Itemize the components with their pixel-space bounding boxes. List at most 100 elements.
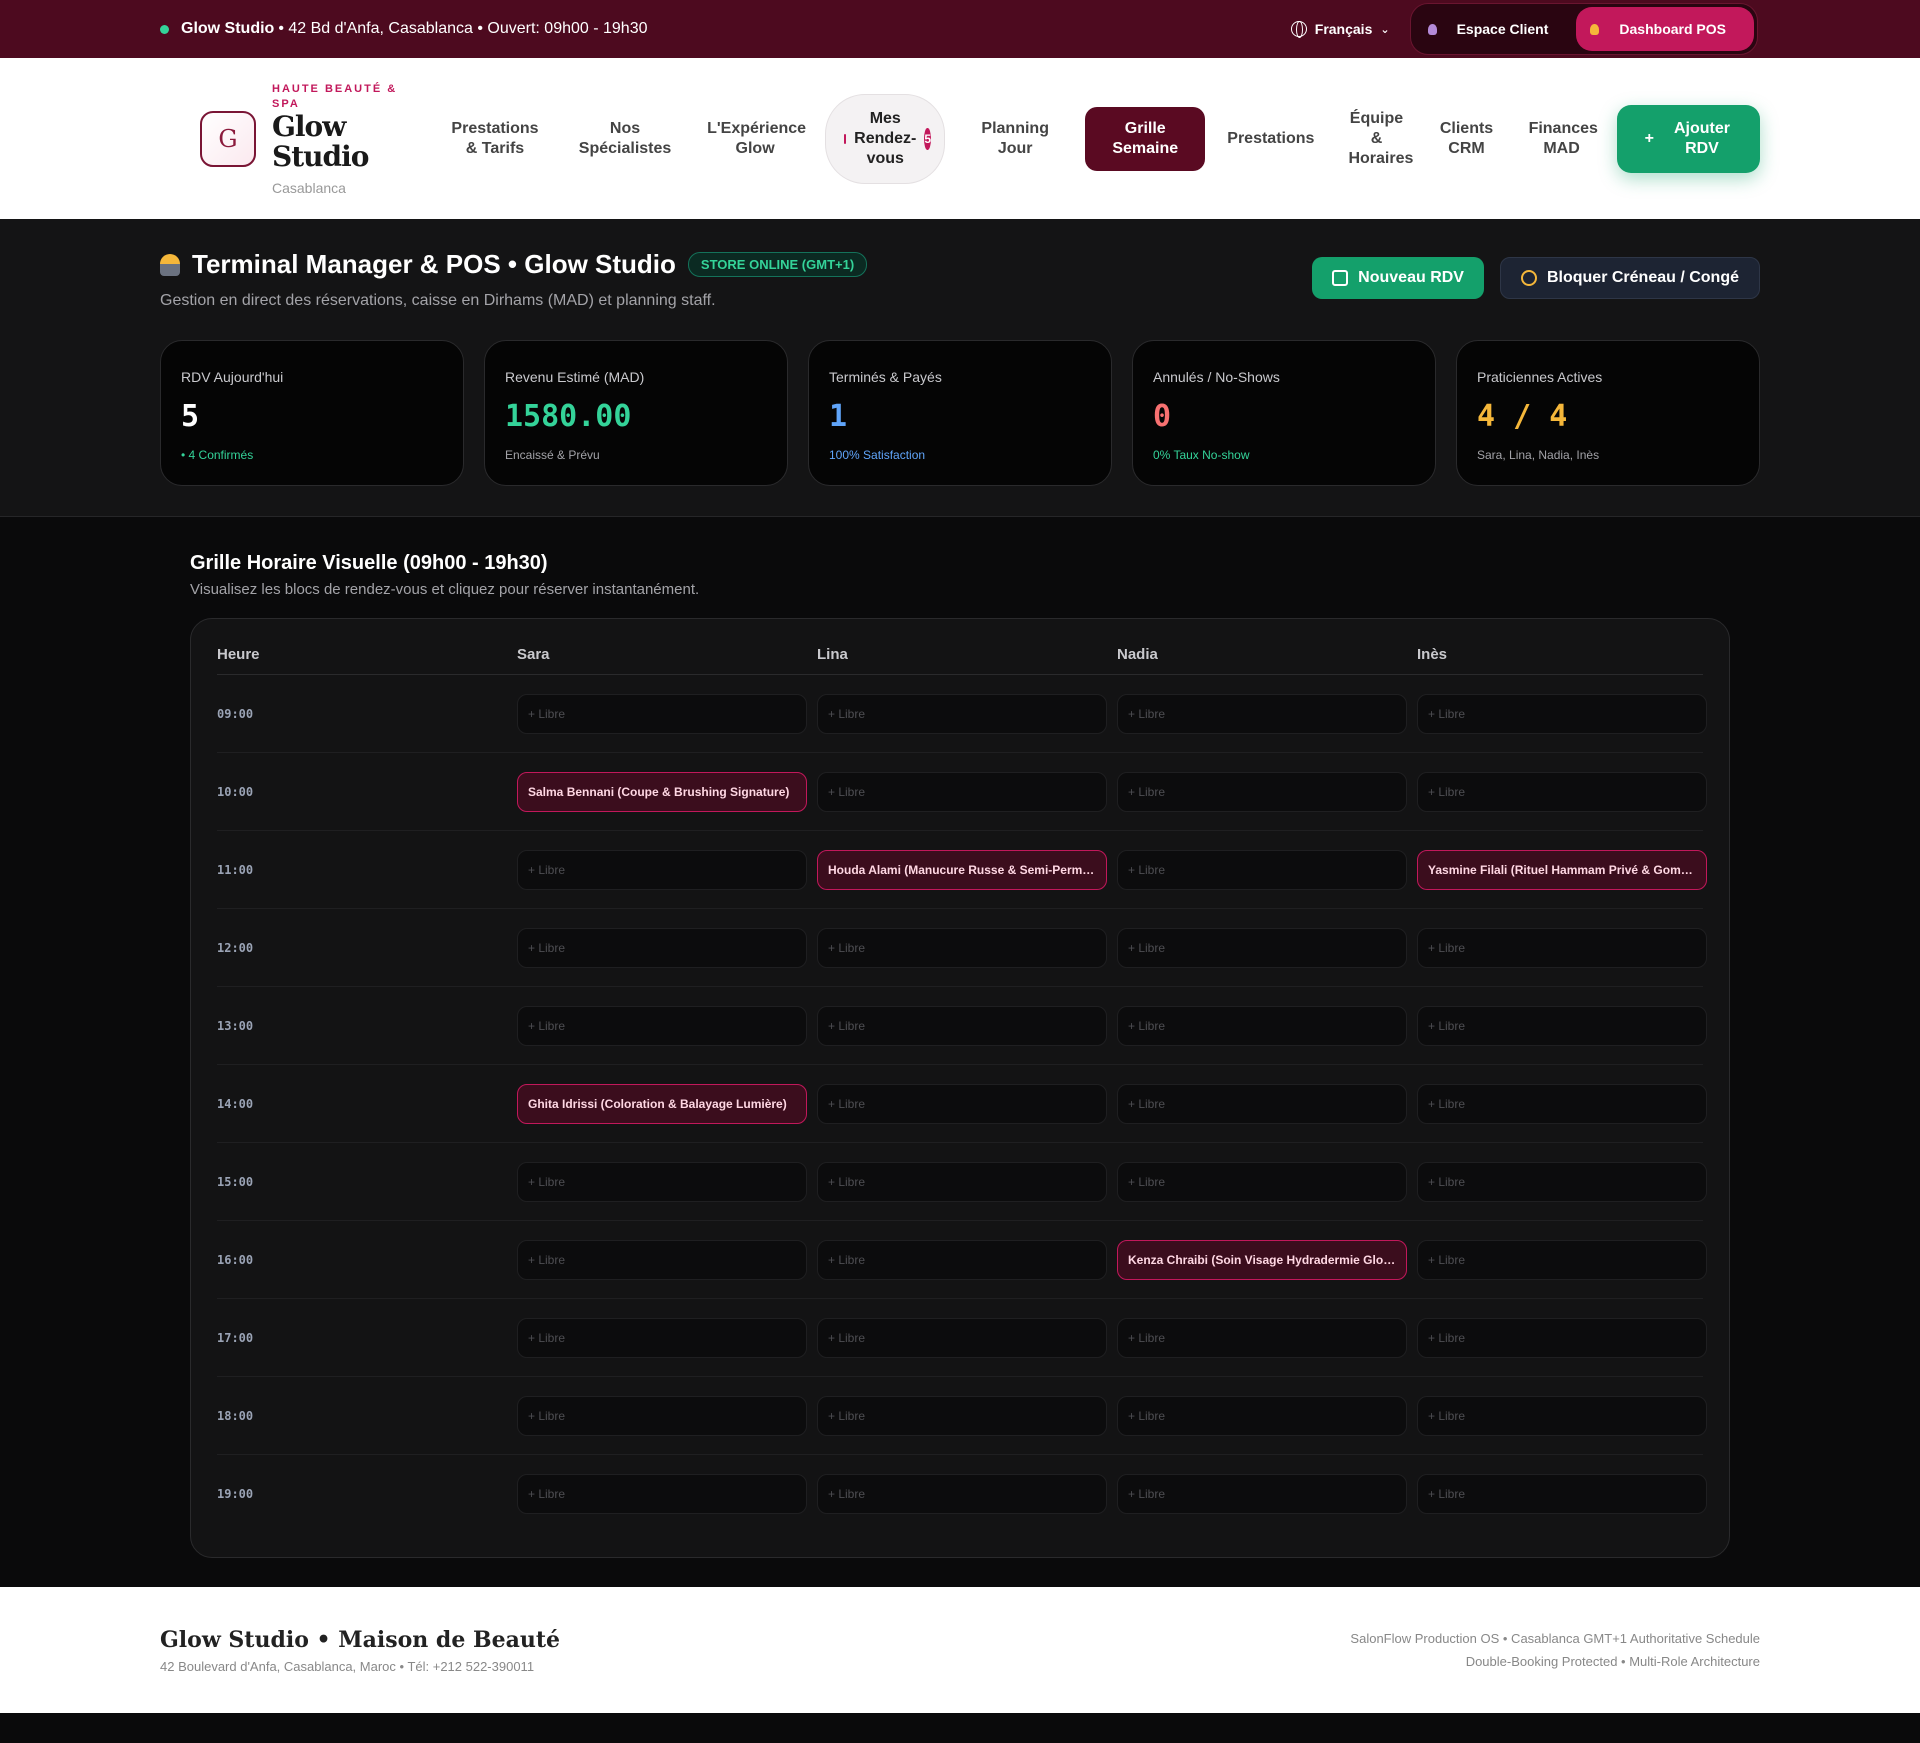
free-slot-label: + Libre [828,1487,866,1501]
free-slot[interactable]: + Libre [517,693,807,734]
booked-appointment[interactable]: Yasmine Filali (Rituel Hammam Privé & Go… [1417,849,1707,890]
free-slot[interactable]: + Libre [1117,1005,1407,1046]
block-slot-label: Bloquer Créneau / Congé [1546,269,1739,286]
booked-appointment[interactable]: Ghita Idrissi (Coloration & Balayage Lum… [517,1083,807,1124]
free-slot-label: + Libre [1128,1487,1166,1501]
free-slot[interactable]: + Libre [1117,1474,1407,1514]
free-slot-label: + Libre [828,706,866,721]
free-slot[interactable]: + Libre [1417,927,1707,968]
brand-tagline: HAUTE BEAUTÉ & SPA [272,82,398,110]
user-icon [1427,23,1437,35]
free-slot[interactable]: + Libre [1417,1005,1707,1046]
free-slot[interactable]: + Libre [1117,849,1407,890]
free-slot[interactable]: + Libre [1417,1239,1707,1280]
free-slot[interactable]: + Libre [1417,1161,1707,1202]
free-slot-label: + Libre [1428,1487,1466,1501]
stat-value: 1580.00 [505,399,632,434]
free-slot-label: + Libre [1128,1096,1166,1111]
free-slot[interactable]: + Libre [517,1005,807,1046]
stat-value: 4 / 4 [1477,399,1568,434]
free-slot[interactable]: + Libre [517,1239,807,1280]
client-space-button[interactable]: Espace Client [1414,7,1577,51]
nav-equipe-horaires[interactable]: Équipe & Horaires [1336,103,1416,175]
stat-card-rdv: RDV Aujourd'hui 5 • 4 Confirmés [160,340,464,486]
stat-label: Praticiennes Actives [1477,369,1603,385]
free-slot[interactable]: + Libre [517,849,807,890]
free-slot[interactable]: + Libre [517,927,807,968]
nav-grille-semaine[interactable]: Grille Semaine [1085,106,1206,171]
free-slot[interactable]: + Libre [1417,771,1707,812]
free-slot[interactable]: + Libre [817,1395,1107,1436]
free-slot-label: + Libre [1128,862,1166,877]
nav-clients-crm[interactable]: Clients CRM [1427,113,1507,165]
free-slot[interactable]: + Libre [817,927,1107,968]
stat-value: 5 [181,399,200,434]
nav-rdv-label: Mes Rendez-vous [854,109,917,167]
add-rdv-button[interactable]: + Ajouter RDV [1616,104,1760,173]
main-header: G HAUTE BEAUTÉ & SPA Glow Studio Casabla… [0,58,1920,219]
block-slot-button[interactable]: Bloquer Créneau / Congé [1499,257,1760,299]
free-slot[interactable]: + Libre [817,1005,1107,1046]
plus-icon: + [1644,129,1654,147]
booked-appointment[interactable]: Kenza Chraibi (Soin Visage Hydradermie G… [1117,1239,1407,1280]
stat-card-practitioners: Praticiennes Actives 4 / 4 Sara, Lina, N… [1456,340,1760,486]
nav-experience[interactable]: L'Expérience Glow [695,113,815,165]
booked-appointment[interactable]: Houda Alami (Manucure Russe & Semi-Perma… [817,849,1107,890]
free-slot[interactable]: + Libre [517,1317,807,1358]
free-slot[interactable]: + Libre [517,1474,807,1514]
column-header-staff: Sara [517,646,550,663]
footer: Glow Studio • Maison de Beauté 42 Boulev… [0,1587,1920,1713]
free-slot[interactable]: + Libre [517,1161,807,1202]
nav-finances-mad[interactable]: Finances MAD [1517,113,1607,165]
nav-specialistes[interactable]: Nos Spécialistes [565,113,685,165]
free-slot[interactable]: + Libre [1117,1083,1407,1124]
free-slot[interactable]: + Libre [1117,771,1407,812]
stat-sub: 0% Taux No-show [1153,448,1250,462]
brand-name-line2: Studio [272,139,369,173]
free-slot[interactable]: + Libre [1417,1317,1707,1358]
new-rdv-button[interactable]: Nouveau RDV [1312,257,1484,299]
free-slot[interactable]: + Libre [817,1474,1107,1514]
time-label: 16:00 [217,1252,254,1267]
free-slot[interactable]: + Libre [1117,693,1407,734]
brand-logo[interactable]: G HAUTE BEAUTÉ & SPA Glow Studio Casabla… [200,82,415,196]
column-header-time: Heure [217,646,260,663]
nav-planning-jour[interactable]: Planning Jour [955,113,1075,165]
stat-label: Terminés & Payés [829,369,942,385]
language-selector[interactable]: Français ⌄ [1290,21,1390,38]
booked-appointment[interactable]: Salma Bennani (Coupe & Brushing Signatur… [517,771,807,812]
free-slot[interactable]: + Libre [817,1083,1107,1124]
free-slot-label: + Libre [528,1252,566,1267]
dashboard-pos-button[interactable]: Dashboard POS [1576,7,1754,51]
free-slot[interactable]: + Libre [817,1161,1107,1202]
free-slot[interactable]: + Libre [517,1395,807,1436]
free-slot[interactable]: + Libre [817,693,1107,734]
free-slot-label: + Libre [1128,1330,1166,1345]
appointment-label: Yasmine Filali (Rituel Hammam Privé & Go… [1428,862,1696,877]
free-slot-label: + Libre [828,1330,866,1345]
free-slot[interactable]: + Libre [817,771,1107,812]
schedule-section: Grille Horaire Visuelle (09h00 - 19h30) … [0,517,1920,1587]
free-slot[interactable]: + Libre [1117,1395,1407,1436]
time-label: 10:00 [217,784,254,799]
free-slot[interactable]: + Libre [1417,1083,1707,1124]
free-slot[interactable]: + Libre [1117,927,1407,968]
calendar-icon [844,133,847,144]
nav-prestations[interactable]: Prestations [1215,123,1326,155]
time-label: 13:00 [217,1018,254,1033]
new-rdv-label: Nouveau RDV [1358,269,1464,286]
free-slot[interactable]: + Libre [1417,1474,1707,1514]
free-slot-label: + Libre [1128,784,1166,799]
time-label: 14:00 [217,1096,254,1111]
free-slot[interactable]: + Libre [1417,1395,1707,1436]
free-slot[interactable]: + Libre [817,1317,1107,1358]
time-label: 15:00 [217,1174,254,1189]
stat-label: Annulés / No-Shows [1153,369,1280,385]
nav-mes-rendez-vous[interactable]: Mes Rendez-vous 5 [825,93,946,184]
free-slot[interactable]: + Libre [1417,693,1707,734]
free-slot[interactable]: + Libre [1117,1161,1407,1202]
free-slot[interactable]: + Libre [817,1239,1107,1280]
dashboard-panel: Terminal Manager & POS • Glow Studio STO… [0,219,1920,517]
free-slot[interactable]: + Libre [1117,1317,1407,1358]
nav-prestations-tarifs[interactable]: Prestations & Tarifs [435,113,555,165]
